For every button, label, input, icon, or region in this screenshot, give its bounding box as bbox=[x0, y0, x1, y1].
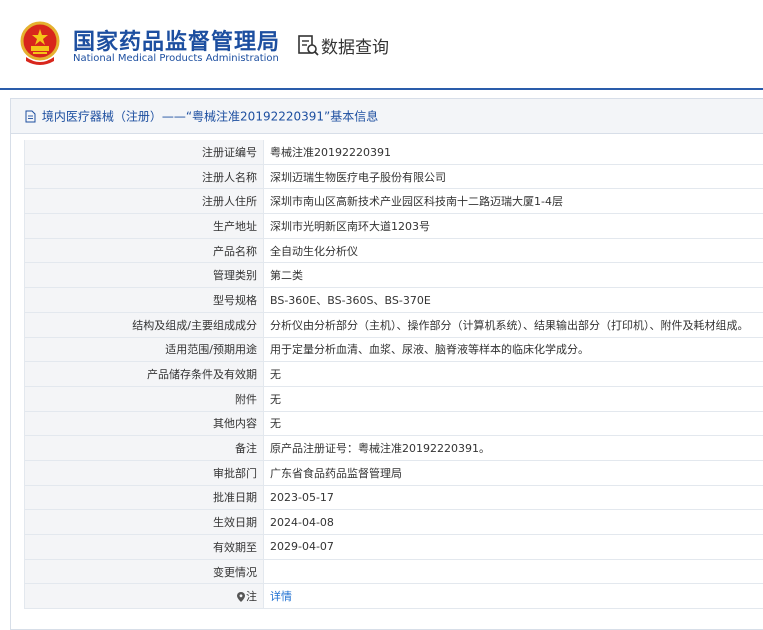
table-row: 型号规格 BS-360E、BS-360S、BS-370E bbox=[25, 288, 763, 313]
table-row: 注册证编号 粤械注准20192220391 bbox=[25, 140, 763, 164]
panel-title-bar: 境内医疗器械（注册）——“粤械注准20192220391”基本信息 bbox=[11, 99, 763, 134]
table-row: 注册人名称 深圳迈瑞生物医疗电子股份有限公司 bbox=[25, 164, 763, 189]
table-row: 审批部门 广东省食品药品监督管理局 bbox=[25, 460, 763, 485]
row-value: 无 bbox=[264, 362, 763, 387]
row-label: 注册人住所 bbox=[25, 189, 264, 214]
table-row: 批准日期 2023-05-17 bbox=[25, 485, 763, 510]
table-row: 产品储存条件及有效期 无 bbox=[25, 362, 763, 387]
row-value: 第二类 bbox=[264, 263, 763, 288]
row-label: 管理类别 bbox=[25, 263, 264, 288]
row-label: 生效日期 bbox=[25, 510, 264, 535]
row-value: 2029-04-07 bbox=[264, 535, 763, 560]
row-label: 备注 bbox=[25, 436, 264, 461]
row-label: 附件 bbox=[25, 386, 264, 411]
note-value-cell: 详情 bbox=[264, 584, 763, 609]
table-row: 注册人住所 深圳市南山区高新技术产业园区科技南十二路迈瑞大厦1-4层 bbox=[25, 189, 763, 214]
row-value: 广东省食品药品监督管理局 bbox=[264, 460, 763, 485]
panel-title: 境内医疗器械（注册）——“粤械注准20192220391”基本信息 bbox=[42, 110, 378, 124]
agency-name-cn: 国家药品监督管理局 bbox=[73, 24, 280, 56]
row-value: 用于定量分析血清、血浆、尿液、脑脊液等样本的临床化学成分。 bbox=[264, 337, 763, 362]
table-row: 生产地址 深圳市光明新区南环大道1203号 bbox=[25, 214, 763, 239]
row-value: 粤械注准20192220391 bbox=[264, 140, 763, 164]
document-icon bbox=[25, 110, 36, 123]
detail-panel: 境内医疗器械（注册）——“粤械注准20192220391”基本信息 注册证编号 … bbox=[10, 98, 763, 630]
document-search-icon bbox=[297, 34, 319, 56]
map-pin-icon bbox=[237, 592, 245, 602]
row-label: 型号规格 bbox=[25, 288, 264, 313]
agency-name-en: National Medical Products Administration bbox=[73, 53, 279, 64]
row-value: 全自动生化分析仪 bbox=[264, 238, 763, 263]
row-value: 深圳市光明新区南环大道1203号 bbox=[264, 214, 763, 239]
row-label: 生产地址 bbox=[25, 214, 264, 239]
table-row: 变更情况 bbox=[25, 559, 763, 584]
row-label: 注册证编号 bbox=[25, 140, 264, 164]
table-row: 附件 无 bbox=[25, 386, 763, 411]
table-row: 备注 原产品注册证号：粤械注准20192220391。 bbox=[25, 436, 763, 461]
note-label: 注 bbox=[246, 590, 257, 603]
row-label: 其他内容 bbox=[25, 411, 264, 436]
row-value: 2024-04-08 bbox=[264, 510, 763, 535]
row-label: 批准日期 bbox=[25, 485, 264, 510]
registration-info-table: 注册证编号 粤械注准20192220391 注册人名称 深圳迈瑞生物医疗电子股份… bbox=[24, 140, 763, 609]
row-label: 产品名称 bbox=[25, 238, 264, 263]
row-value: 深圳迈瑞生物医疗电子股份有限公司 bbox=[264, 164, 763, 189]
row-value bbox=[264, 559, 763, 584]
national-emblem-icon bbox=[20, 21, 60, 65]
table-row: 有效期至 2029-04-07 bbox=[25, 535, 763, 560]
table-row: 管理类别 第二类 bbox=[25, 263, 763, 288]
row-label: 审批部门 bbox=[25, 460, 264, 485]
row-label: 结构及组成/主要组成成分 bbox=[25, 312, 264, 337]
table-row: 产品名称 全自动生化分析仪 bbox=[25, 238, 763, 263]
data-query-title: 数据查询 bbox=[321, 33, 389, 58]
row-value: 原产品注册证号：粤械注准20192220391。 bbox=[264, 436, 763, 461]
table-row: 结构及组成/主要组成成分 分析仪由分析部分（主机）、操作部分（计算机系统）、结果… bbox=[25, 312, 763, 337]
details-link[interactable]: 详情 bbox=[270, 590, 292, 603]
row-value: 分析仪由分析部分（主机）、操作部分（计算机系统）、结果输出部分（打印机）、附件及… bbox=[264, 312, 763, 337]
site-header: 国家药品监督管理局 National Medical Products Admi… bbox=[0, 0, 763, 90]
table-row: 适用范围/预期用途 用于定量分析血清、血浆、尿液、脑脊液等样本的临床化学成分。 bbox=[25, 337, 763, 362]
table-row: 生效日期 2024-04-08 bbox=[25, 510, 763, 535]
row-label: 产品储存条件及有效期 bbox=[25, 362, 264, 387]
row-value: 无 bbox=[264, 386, 763, 411]
row-label: 注册人名称 bbox=[25, 164, 264, 189]
row-value: 深圳市南山区高新技术产业园区科技南十二路迈瑞大厦1-4层 bbox=[264, 189, 763, 214]
row-value: 2023-05-17 bbox=[264, 485, 763, 510]
row-label: 变更情况 bbox=[25, 559, 264, 584]
row-value: 无 bbox=[264, 411, 763, 436]
table-row: 其他内容 无 bbox=[25, 411, 763, 436]
note-label-cell: 注 bbox=[25, 584, 264, 609]
note-row: 注 详情 bbox=[25, 584, 763, 609]
row-label: 适用范围/预期用途 bbox=[25, 337, 264, 362]
row-label: 有效期至 bbox=[25, 535, 264, 560]
row-value: BS-360E、BS-360S、BS-370E bbox=[264, 288, 763, 313]
